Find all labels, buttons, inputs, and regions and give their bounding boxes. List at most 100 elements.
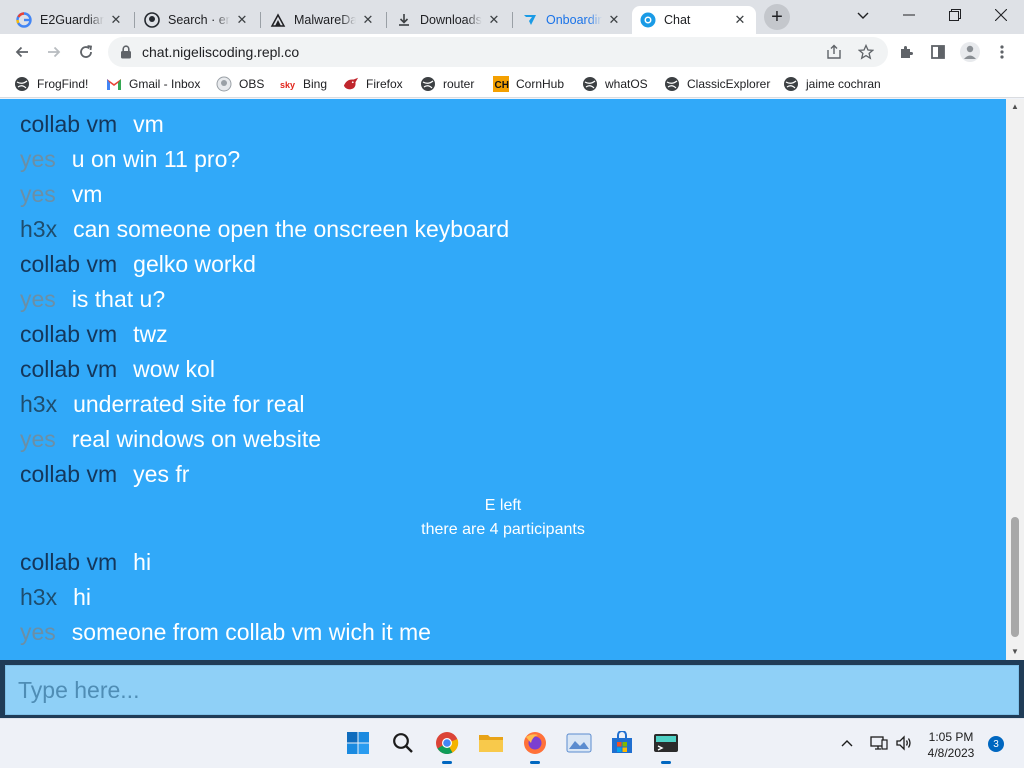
terminal-app-icon[interactable] xyxy=(652,729,680,764)
message-row: collab vm gelko workd xyxy=(20,251,256,281)
profile-avatar[interactable] xyxy=(956,38,984,66)
tab-search[interactable]: Search · en ✕ xyxy=(136,6,258,34)
new-tab-button[interactable]: + xyxy=(764,4,790,30)
message-username: yes xyxy=(20,286,56,312)
chrome-taskbar-icon[interactable] xyxy=(433,729,461,764)
svg-text:CH: CH xyxy=(495,80,509,91)
restore-button[interactable] xyxy=(932,0,978,30)
bookmark-firefox[interactable]: Firefox xyxy=(343,75,403,93)
clock-time: 1:05 PM xyxy=(928,730,974,744)
bookmark-star-icon[interactable] xyxy=(856,42,876,62)
github-icon xyxy=(216,76,232,92)
globe-icon xyxy=(420,76,436,92)
extensions-icon[interactable] xyxy=(892,38,920,66)
forward-button[interactable] xyxy=(40,38,68,66)
message-text: twz xyxy=(133,321,168,347)
side-panel-icon[interactable] xyxy=(924,38,952,66)
message-row: yes is that u? xyxy=(20,286,165,316)
message-text: is that u? xyxy=(71,286,166,312)
tab-strip: E2Guardian ✕ Search · en ✕ MalwareDa ✕ D… xyxy=(0,0,1024,34)
bookmark-jaime-cochran[interactable]: jaime cochran xyxy=(783,75,881,93)
share-icon[interactable] xyxy=(824,42,844,62)
globe-icon xyxy=(664,76,680,92)
store-icon[interactable] xyxy=(608,729,636,757)
message-username: yes xyxy=(20,181,56,207)
message-username: collab vm xyxy=(20,111,118,137)
menu-kebab-icon[interactable] xyxy=(988,38,1016,66)
reload-button[interactable] xyxy=(72,38,100,66)
tab-search-chevron-icon[interactable] xyxy=(840,0,886,30)
bookmark-router[interactable]: router xyxy=(420,75,474,93)
chat-log[interactable]: collab vm vm yes u on win 11 pro? yes vm… xyxy=(0,99,1006,660)
notification-badge[interactable]: 3 xyxy=(988,736,1004,752)
github-icon xyxy=(144,12,160,28)
scroll-down-arrow-icon[interactable]: ▼ xyxy=(1006,644,1024,658)
message-text: hi xyxy=(133,549,152,575)
message-username: collab vm xyxy=(20,356,118,382)
globe-icon xyxy=(783,76,799,92)
photos-icon[interactable] xyxy=(565,729,593,757)
message-row: collab vm yes fr xyxy=(20,461,189,491)
firefox-icon xyxy=(343,76,359,92)
google-icon xyxy=(16,12,32,28)
address-bar[interactable]: chat.nigeliscoding.repl.co xyxy=(108,37,888,67)
message-text: yes fr xyxy=(133,461,190,487)
search-icon[interactable] xyxy=(389,729,417,757)
close-tab-icon[interactable]: ✕ xyxy=(234,12,250,28)
globe-icon xyxy=(14,76,30,92)
clock-date: 4/8/2023 xyxy=(927,746,975,760)
message-text: underrated site for real xyxy=(73,391,305,417)
close-tab-icon[interactable]: ✕ xyxy=(108,12,124,28)
message-text: hi xyxy=(73,584,91,610)
taskbar-clock[interactable]: 1:05 PM 4/8/2023 xyxy=(916,729,986,761)
tab-downloads[interactable]: Downloads ✕ xyxy=(388,6,510,34)
bookmark-cornhub[interactable]: CH CornHub xyxy=(493,75,564,93)
scrollbar-thumb[interactable] xyxy=(1011,517,1019,637)
message-row: h3x hi xyxy=(20,584,91,614)
file-explorer-icon[interactable] xyxy=(477,729,505,757)
close-tab-icon[interactable]: ✕ xyxy=(486,12,502,28)
network-icon[interactable] xyxy=(870,735,888,754)
bookmark-frogfind[interactable]: FrogFind! xyxy=(14,75,88,93)
tab-chat[interactable]: Chat ✕ xyxy=(632,6,756,34)
firefox-taskbar-icon[interactable] xyxy=(521,729,549,764)
bookmarks-bar: FrogFind! Gmail - Inbox OBS sky Bing Fir… xyxy=(0,70,1024,98)
back-button[interactable] xyxy=(8,38,36,66)
close-tab-icon[interactable]: ✕ xyxy=(360,12,376,28)
message-text: u on win 11 pro? xyxy=(71,146,241,172)
bookmark-obs[interactable]: OBS xyxy=(216,75,264,93)
message-row: yes real windows on website xyxy=(20,426,321,456)
ch-icon: CH xyxy=(493,76,509,92)
message-row: collab vm wow kol xyxy=(20,356,215,386)
chat-input-bar xyxy=(0,660,1024,718)
message-row: collab vm vm xyxy=(20,111,164,141)
onboarding-icon xyxy=(522,12,538,28)
message-username: h3x xyxy=(20,584,58,610)
close-tab-icon[interactable]: ✕ xyxy=(732,12,748,28)
tab-e2guardian[interactable]: E2Guardian ✕ xyxy=(8,6,132,34)
close-window-button[interactable] xyxy=(978,0,1024,30)
start-button[interactable] xyxy=(344,729,372,757)
message-row: collab vm hi xyxy=(20,549,151,579)
page-content: collab vm vm yes u on win 11 pro? yes vm… xyxy=(0,99,1024,718)
volume-icon[interactable] xyxy=(895,735,913,754)
chat-scrollbar[interactable]: ▲ ▼ xyxy=(1006,99,1024,660)
bookmark-gmail[interactable]: Gmail - Inbox xyxy=(106,75,200,93)
chat-input-box xyxy=(5,665,1019,715)
message-row: collab vm twz xyxy=(20,321,168,351)
tab-onboarding[interactable]: Onboardin ✕ xyxy=(514,6,630,34)
svg-text:sky: sky xyxy=(280,80,295,90)
show-hidden-icons-chevron-icon[interactable] xyxy=(840,735,854,751)
bookmark-bing[interactable]: sky Bing xyxy=(280,75,327,93)
bookmark-classicexplorer[interactable]: ClassicExplorer xyxy=(664,75,770,93)
message-username: collab vm xyxy=(20,549,118,575)
chat-input[interactable] xyxy=(6,666,1018,714)
close-tab-icon[interactable]: ✕ xyxy=(606,12,622,28)
bookmark-whatos[interactable]: whatOS xyxy=(582,75,648,93)
scroll-up-arrow-icon[interactable]: ▲ xyxy=(1006,99,1024,113)
message-username: yes xyxy=(20,619,56,645)
tab-malware[interactable]: MalwareDa ✕ xyxy=(262,6,384,34)
gmail-icon xyxy=(106,76,122,92)
minimize-button[interactable] xyxy=(886,0,932,30)
malware-icon xyxy=(270,12,286,28)
